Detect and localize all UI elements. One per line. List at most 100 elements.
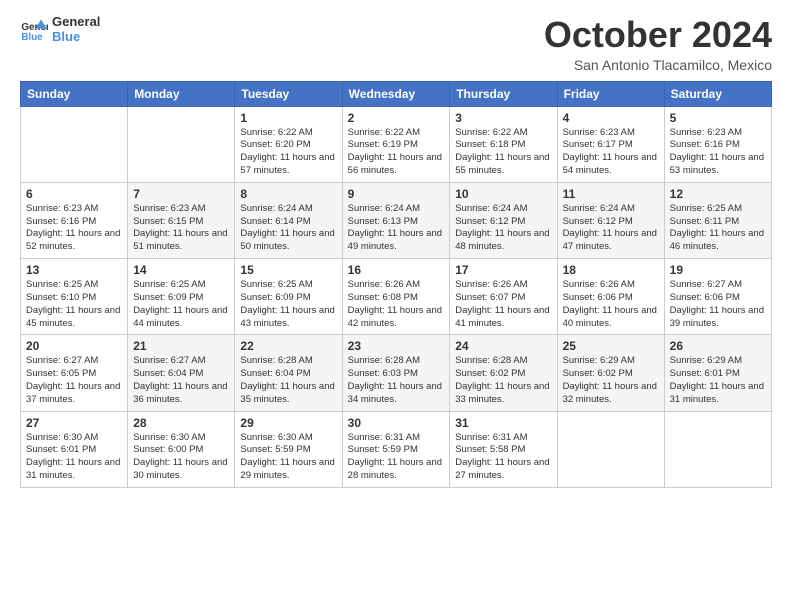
day-info: Sunrise: 6:25 AMSunset: 6:11 PMDaylight:… [670, 203, 766, 254]
day-number: 28 [133, 416, 229, 430]
day-info: Sunrise: 6:28 AMSunset: 6:03 PMDaylight:… [348, 355, 445, 406]
calendar-cell: 9 Sunrise: 6:24 AMSunset: 6:13 PMDaylight… [342, 182, 450, 258]
calendar-cell: 13 Sunrise: 6:25 AMSunset: 6:10 PMDayligh… [21, 259, 128, 335]
day-number: 3 [455, 111, 551, 125]
calendar-cell: 27 Sunrise: 6:30 AMSunset: 6:01 PMDayligh… [21, 411, 128, 487]
calendar-cell: 14 Sunrise: 6:25 AMSunset: 6:09 PMDayligh… [128, 259, 235, 335]
calendar-cell: 6 Sunrise: 6:23 AMSunset: 6:16 PMDaylight… [21, 182, 128, 258]
day-info: Sunrise: 6:26 AMSunset: 6:07 PMDaylight:… [455, 279, 551, 330]
day-number: 18 [563, 263, 659, 277]
day-info: Sunrise: 6:27 AMSunset: 6:04 PMDaylight:… [133, 355, 229, 406]
day-header-saturday: Saturday [664, 81, 771, 106]
calendar-cell: 23 Sunrise: 6:28 AMSunset: 6:03 PMDayligh… [342, 335, 450, 411]
day-header-friday: Friday [557, 81, 664, 106]
title-block: October 2024 San Antonio Tlacamilco, Mex… [544, 15, 772, 73]
day-number: 29 [240, 416, 336, 430]
day-number: 5 [670, 111, 766, 125]
calendar-cell: 30 Sunrise: 6:31 AMSunset: 5:59 PMDayligh… [342, 411, 450, 487]
page: General Blue General Blue October 2024 S… [0, 0, 792, 612]
day-number: 1 [240, 111, 336, 125]
day-info: Sunrise: 6:30 AMSunset: 6:01 PMDaylight:… [26, 432, 122, 483]
day-info: Sunrise: 6:29 AMSunset: 6:01 PMDaylight:… [670, 355, 766, 406]
day-number: 31 [455, 416, 551, 430]
calendar-cell: 10 Sunrise: 6:24 AMSunset: 6:12 PMDayligh… [450, 182, 557, 258]
day-number: 27 [26, 416, 122, 430]
day-header-thursday: Thursday [450, 81, 557, 106]
calendar-cell: 4 Sunrise: 6:23 AMSunset: 6:17 PMDaylight… [557, 106, 664, 182]
calendar-cell: 25 Sunrise: 6:29 AMSunset: 6:02 PMDayligh… [557, 335, 664, 411]
day-info: Sunrise: 6:31 AMSunset: 5:58 PMDaylight:… [455, 432, 551, 483]
day-info: Sunrise: 6:28 AMSunset: 6:02 PMDaylight:… [455, 355, 551, 406]
calendar-cell: 28 Sunrise: 6:30 AMSunset: 6:00 PMDayligh… [128, 411, 235, 487]
logo-icon: General Blue [20, 16, 48, 44]
calendar-cell [557, 411, 664, 487]
location-subtitle: San Antonio Tlacamilco, Mexico [544, 57, 772, 73]
day-number: 11 [563, 187, 659, 201]
day-info: Sunrise: 6:25 AMSunset: 6:10 PMDaylight:… [26, 279, 122, 330]
day-info: Sunrise: 6:22 AMSunset: 6:18 PMDaylight:… [455, 127, 551, 178]
day-info: Sunrise: 6:23 AMSunset: 6:17 PMDaylight:… [563, 127, 659, 178]
week-row-1: 1 Sunrise: 6:22 AMSunset: 6:20 PMDaylight… [21, 106, 772, 182]
calendar-cell: 11Sunrise: 6:24 AMSunset: 6:12 PMDayligh… [557, 182, 664, 258]
day-number: 4 [563, 111, 659, 125]
calendar-header-row: SundayMondayTuesdayWednesdayThursdayFrid… [21, 81, 772, 106]
day-number: 7 [133, 187, 229, 201]
day-number: 26 [670, 339, 766, 353]
day-info: Sunrise: 6:23 AMSunset: 6:16 PMDaylight:… [26, 203, 122, 254]
week-row-2: 6 Sunrise: 6:23 AMSunset: 6:16 PMDaylight… [21, 182, 772, 258]
day-info: Sunrise: 6:30 AMSunset: 5:59 PMDaylight:… [240, 432, 336, 483]
day-number: 10 [455, 187, 551, 201]
day-number: 13 [26, 263, 122, 277]
calendar-cell: 3 Sunrise: 6:22 AMSunset: 6:18 PMDaylight… [450, 106, 557, 182]
month-title: October 2024 [544, 15, 772, 55]
day-number: 20 [26, 339, 122, 353]
week-row-3: 13 Sunrise: 6:25 AMSunset: 6:10 PMDayligh… [21, 259, 772, 335]
day-info: Sunrise: 6:28 AMSunset: 6:04 PMDaylight:… [240, 355, 336, 406]
day-number: 9 [348, 187, 445, 201]
day-info: Sunrise: 6:31 AMSunset: 5:59 PMDaylight:… [348, 432, 445, 483]
calendar-cell: 8Sunrise: 6:24 AMSunset: 6:14 PMDaylight… [235, 182, 342, 258]
calendar-cell: 26 Sunrise: 6:29 AMSunset: 6:01 PMDayligh… [664, 335, 771, 411]
day-number: 6 [26, 187, 122, 201]
day-number: 23 [348, 339, 445, 353]
day-info: Sunrise: 6:26 AMSunset: 6:08 PMDaylight:… [348, 279, 445, 330]
day-info: Sunrise: 6:30 AMSunset: 6:00 PMDaylight:… [133, 432, 229, 483]
calendar-cell: 21Sunrise: 6:27 AMSunset: 6:04 PMDayligh… [128, 335, 235, 411]
calendar-cell [21, 106, 128, 182]
day-info: Sunrise: 6:22 AMSunset: 6:19 PMDaylight:… [348, 127, 445, 178]
day-info: Sunrise: 6:24 AMSunset: 6:13 PMDaylight:… [348, 203, 445, 254]
day-info: Sunrise: 6:27 AMSunset: 6:05 PMDaylight:… [26, 355, 122, 406]
day-number: 25 [563, 339, 659, 353]
day-info: Sunrise: 6:27 AMSunset: 6:06 PMDaylight:… [670, 279, 766, 330]
calendar-cell: 31 Sunrise: 6:31 AMSunset: 5:58 PMDayligh… [450, 411, 557, 487]
calendar-cell: 5Sunrise: 6:23 AMSunset: 6:16 PMDaylight… [664, 106, 771, 182]
day-info: Sunrise: 6:23 AMSunset: 6:15 PMDaylight:… [133, 203, 229, 254]
calendar-cell: 2Sunrise: 6:22 AMSunset: 6:19 PMDaylight… [342, 106, 450, 182]
day-info: Sunrise: 6:22 AMSunset: 6:20 PMDaylight:… [240, 127, 336, 178]
day-number: 14 [133, 263, 229, 277]
logo: General Blue General Blue [20, 15, 100, 45]
calendar-cell [128, 106, 235, 182]
day-header-sunday: Sunday [21, 81, 128, 106]
week-row-4: 20 Sunrise: 6:27 AMSunset: 6:05 PMDayligh… [21, 335, 772, 411]
calendar-cell: 1 Sunrise: 6:22 AMSunset: 6:20 PMDaylight… [235, 106, 342, 182]
day-info: Sunrise: 6:24 AMSunset: 6:12 PMDaylight:… [455, 203, 551, 254]
day-number: 22 [240, 339, 336, 353]
day-number: 30 [348, 416, 445, 430]
logo-general: General [52, 15, 100, 30]
logo-blue: Blue [52, 30, 100, 45]
week-row-5: 27 Sunrise: 6:30 AMSunset: 6:01 PMDayligh… [21, 411, 772, 487]
day-number: 12 [670, 187, 766, 201]
calendar-cell: 12 Sunrise: 6:25 AMSunset: 6:11 PMDayligh… [664, 182, 771, 258]
day-number: 16 [348, 263, 445, 277]
calendar-table: SundayMondayTuesdayWednesdayThursdayFrid… [20, 81, 772, 488]
calendar-cell: 19 Sunrise: 6:27 AMSunset: 6:06 PMDayligh… [664, 259, 771, 335]
day-number: 19 [670, 263, 766, 277]
calendar-cell: 18Sunrise: 6:26 AMSunset: 6:06 PMDayligh… [557, 259, 664, 335]
day-info: Sunrise: 6:29 AMSunset: 6:02 PMDaylight:… [563, 355, 659, 406]
calendar-cell: 16 Sunrise: 6:26 AMSunset: 6:08 PMDayligh… [342, 259, 450, 335]
day-number: 8 [240, 187, 336, 201]
day-header-tuesday: Tuesday [235, 81, 342, 106]
day-header-monday: Monday [128, 81, 235, 106]
day-info: Sunrise: 6:25 AMSunset: 6:09 PMDaylight:… [133, 279, 229, 330]
